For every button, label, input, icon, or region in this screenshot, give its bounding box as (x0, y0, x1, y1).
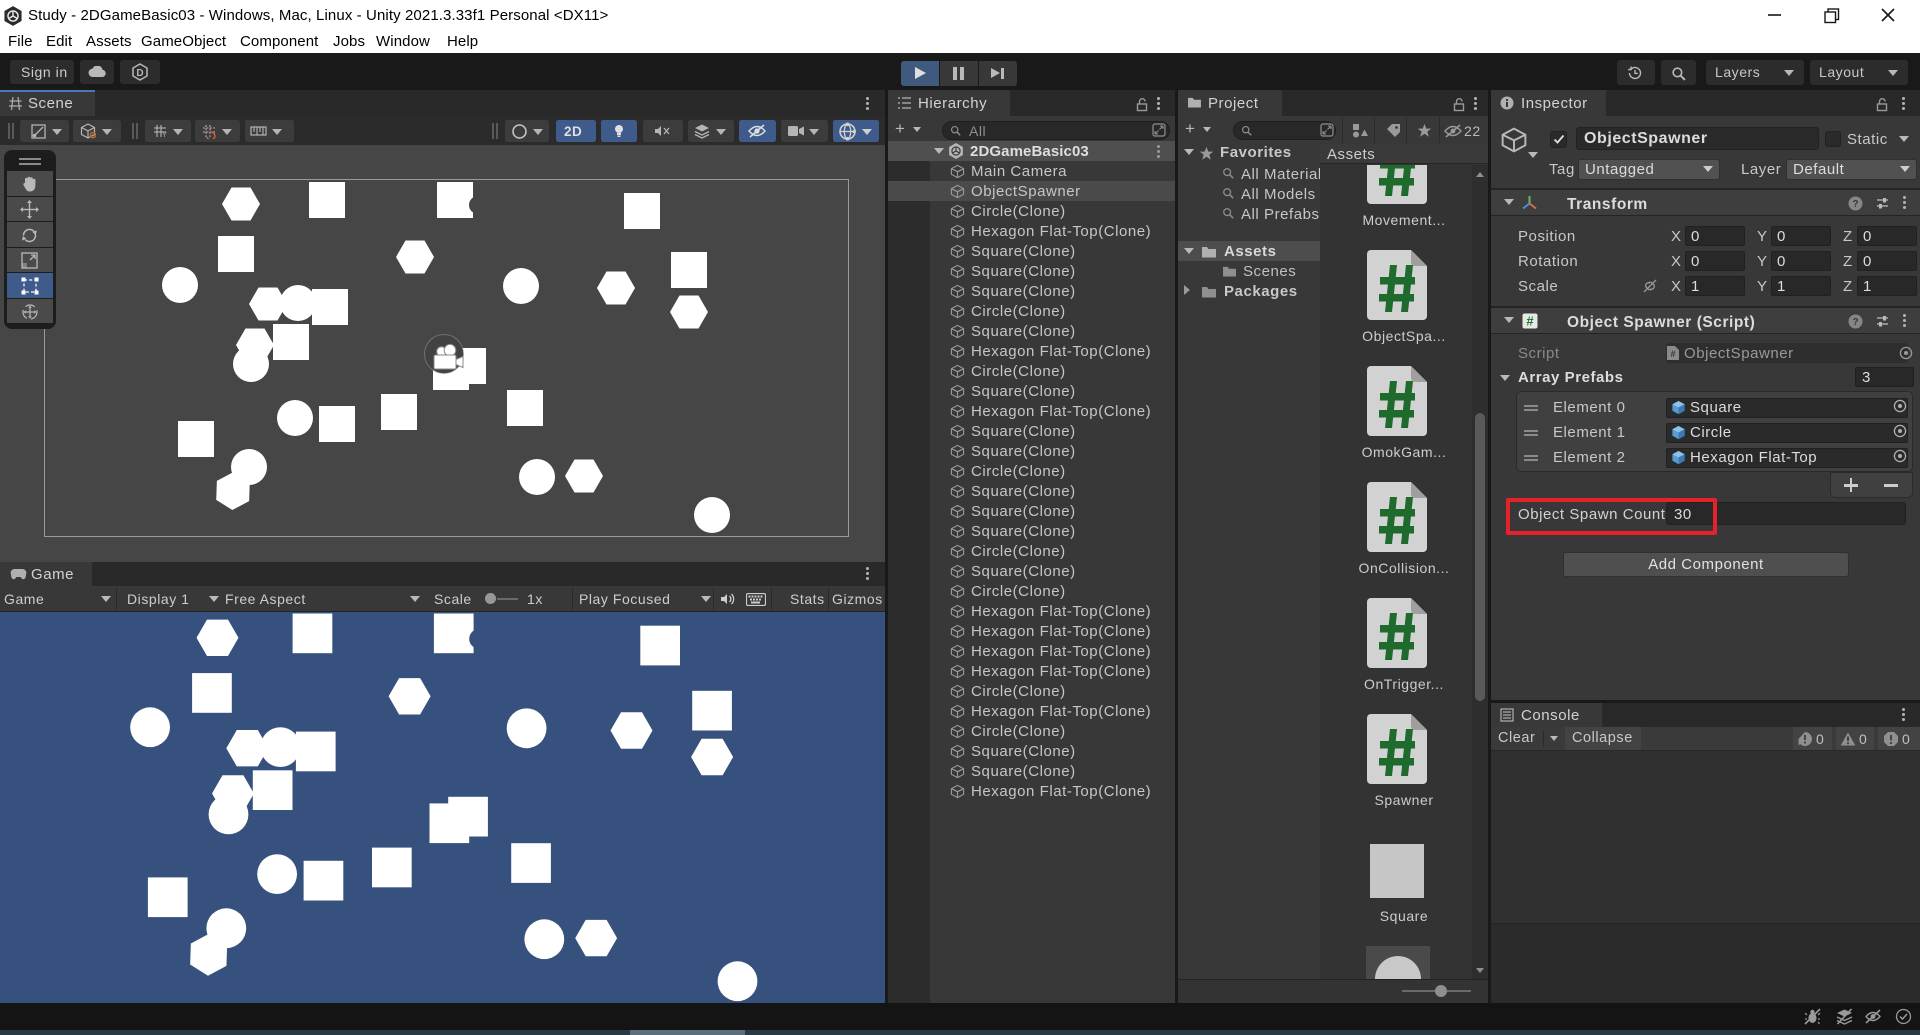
svg-text:Y: Y (162, 132, 167, 139)
svg-text:D: D (136, 68, 143, 79)
svg-text:#: # (1526, 314, 1534, 329)
svg-text:#: # (1670, 349, 1675, 359)
svg-text:?: ? (1852, 317, 1858, 328)
svg-text:?: ? (1852, 199, 1858, 210)
